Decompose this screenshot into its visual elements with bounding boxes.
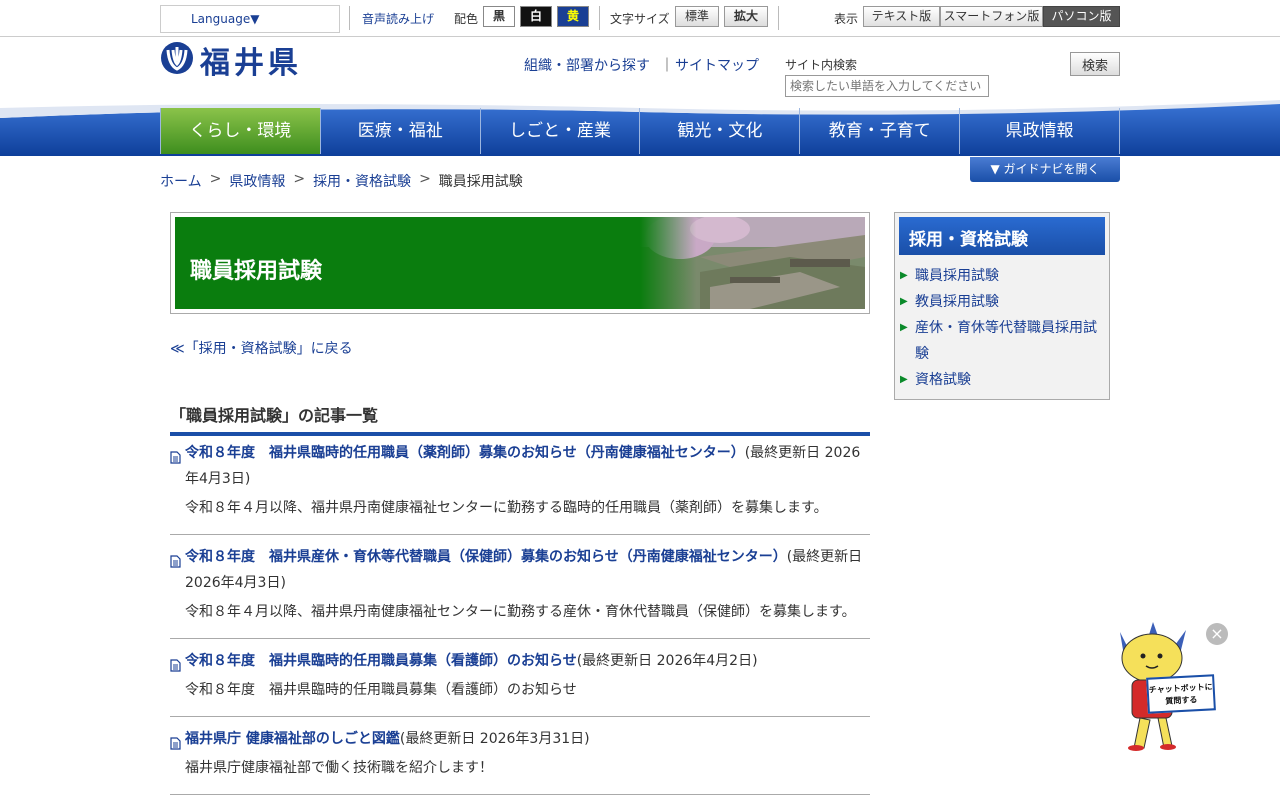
divider [349, 6, 350, 30]
utility-bar: Language▼ 音声読み上げ 配色 黒 白 黄 文字サイズ 標準 拡大 表示… [0, 0, 1280, 37]
breadcrumb-current: 職員採用試験 [438, 174, 523, 190]
sidebar-item-substitute-exam[interactable]: 産休・育休等代替職員採用試験 [899, 315, 1105, 367]
article-updated: (最終更新日 2026年4月2日) [576, 653, 758, 669]
article-link[interactable]: 令和８年度 福井県臨時的任用職員（薬剤師）募集のお知らせ（丹南健康福祉センター） [185, 445, 745, 461]
sidebar-item-staff-exam[interactable]: 職員採用試験 [899, 263, 1105, 289]
fukui-emblem-icon [160, 41, 194, 79]
breadcrumb-prefectural-info[interactable]: 県政情報 [229, 171, 285, 191]
guide-nav-button[interactable]: ▼ ガイドナビを開く [970, 157, 1120, 182]
page-title: 職員採用試験 [190, 259, 323, 284]
pc-version-button[interactable]: パソコン版 [1043, 6, 1120, 27]
font-normal-button[interactable]: 標準 [675, 6, 719, 27]
sidebar-list: 職員採用試験 教員採用試験 産休・育休等代替職員採用試験 資格試験 [899, 263, 1105, 393]
global-nav: くらし・環境 医療・福祉 しごと・産業 観光・文化 教育・子育て 県政情報 [160, 108, 1120, 154]
org-search-link[interactable]: 組織・部署から探す [524, 55, 650, 75]
article-link[interactable]: 令和８年度 福井県臨時的任用職員募集（看護師）のお知らせ [185, 653, 577, 669]
article-description: 令和８年４月以降、福井県丹南健康福祉センターに勤務する産休・育休代替職員（保健師… [185, 604, 856, 620]
sitemap-link[interactable]: サイトマップ [675, 55, 759, 75]
article-link[interactable]: 福井県庁 健康福祉部のしごと図鑑 [185, 731, 400, 747]
close-icon[interactable]: × [1206, 623, 1228, 645]
document-icon [170, 733, 181, 750]
smartphone-version-button[interactable]: スマートフォン版 [940, 6, 1043, 27]
list-item: 福井県庁 健康福祉部のしごと図鑑(最終更新日 2026年3月31日) 福井県庁健… [170, 726, 870, 795]
nav-medical-welfare[interactable]: 医療・福祉 [321, 108, 481, 154]
document-icon [170, 551, 181, 568]
nav-prefectural-info[interactable]: 県政情報 [960, 108, 1120, 154]
header-separator: ｜ [660, 58, 674, 74]
nav-tourism-culture[interactable]: 観光・文化 [640, 108, 801, 154]
search-button[interactable]: 検索 [1070, 52, 1120, 76]
list-item: 令和８年度 福井県産休・育休等代替職員（保健師）募集のお知らせ（丹南健康福祉セン… [170, 544, 870, 639]
search-label: サイト内検索 [785, 58, 858, 72]
document-icon [170, 655, 181, 672]
divider [778, 6, 779, 30]
breadcrumb-separator: > [209, 171, 222, 187]
nav-living-environment[interactable]: くらし・環境 [160, 108, 321, 154]
nav-work-industry[interactable]: しごと・産業 [481, 108, 641, 154]
breadcrumb: ホーム > 県政情報 > 採用・資格試験 > 職員採用試験 [160, 171, 523, 191]
language-select[interactable]: Language▼ [160, 5, 340, 33]
color-yellow-button[interactable]: 黄 [557, 6, 589, 27]
back-link[interactable]: ≪「採用・資格試験」に戻る [170, 338, 353, 358]
article-description: 福井県庁健康福祉部で働く技術職を紹介します！ [185, 760, 493, 776]
divider [599, 6, 600, 30]
document-icon [170, 447, 181, 464]
breadcrumb-separator: > [419, 171, 431, 187]
sidebar-item-qualification-exam[interactable]: 資格試験 [899, 367, 1105, 393]
sidebar: 採用・資格試験 職員採用試験 教員採用試験 産休・育休等代替職員採用試験 資格試… [894, 212, 1110, 400]
font-size-label: 文字サイズ [610, 12, 670, 26]
article-list-heading: 「職員採用試験」の記事一覧 [170, 402, 870, 436]
page-banner: 職員採用試験 [170, 212, 870, 314]
speech-link[interactable]: 音声読み上げ [362, 10, 434, 27]
article-updated: (最終更新日 2026年3月31日) [399, 731, 590, 747]
chatbot-sign[interactable]: チャットボットに 質問する [1146, 674, 1216, 714]
article-link[interactable]: 令和８年度 福井県産休・育休等代替職員（保健師）募集のお知らせ（丹南健康福祉セン… [185, 549, 787, 565]
logo-text: 福井県 [200, 46, 302, 81]
site-logo[interactable]: 福井県 [160, 41, 302, 81]
article-description: 令和８年度 福井県臨時的任用職員募集（看護師）のお知らせ [185, 682, 577, 698]
sidebar-item-teacher-exam[interactable]: 教員採用試験 [899, 289, 1105, 315]
sidebar-heading: 採用・資格試験 [899, 217, 1105, 255]
text-version-button[interactable]: テキスト版 [863, 6, 940, 27]
breadcrumb-home[interactable]: ホーム [160, 171, 202, 191]
list-item: 令和８年度 福井県臨時的任用職員（薬剤師）募集のお知らせ（丹南健康福祉センター）… [170, 440, 870, 535]
breadcrumb-recruitment[interactable]: 採用・資格試験 [313, 171, 411, 191]
color-scheme-label: 配色 [454, 12, 479, 26]
article-description: 令和８年４月以降、福井県丹南健康福祉センターに勤務する臨時的任用職員（薬剤師）を… [185, 500, 828, 516]
list-item: 令和８年度 福井県臨時的任用職員募集（看護師）のお知らせ(最終更新日 2026年… [170, 648, 870, 717]
nav-education-childcare[interactable]: 教育・子育て [800, 108, 961, 154]
color-black-button[interactable]: 黒 [483, 6, 515, 27]
search-input[interactable] [785, 75, 989, 97]
breadcrumb-separator: > [293, 171, 306, 187]
font-large-button[interactable]: 拡大 [724, 6, 768, 27]
display-label: 表示 [834, 12, 859, 26]
color-white-button[interactable]: 白 [520, 6, 552, 27]
castle-ruins-photo [640, 217, 865, 309]
